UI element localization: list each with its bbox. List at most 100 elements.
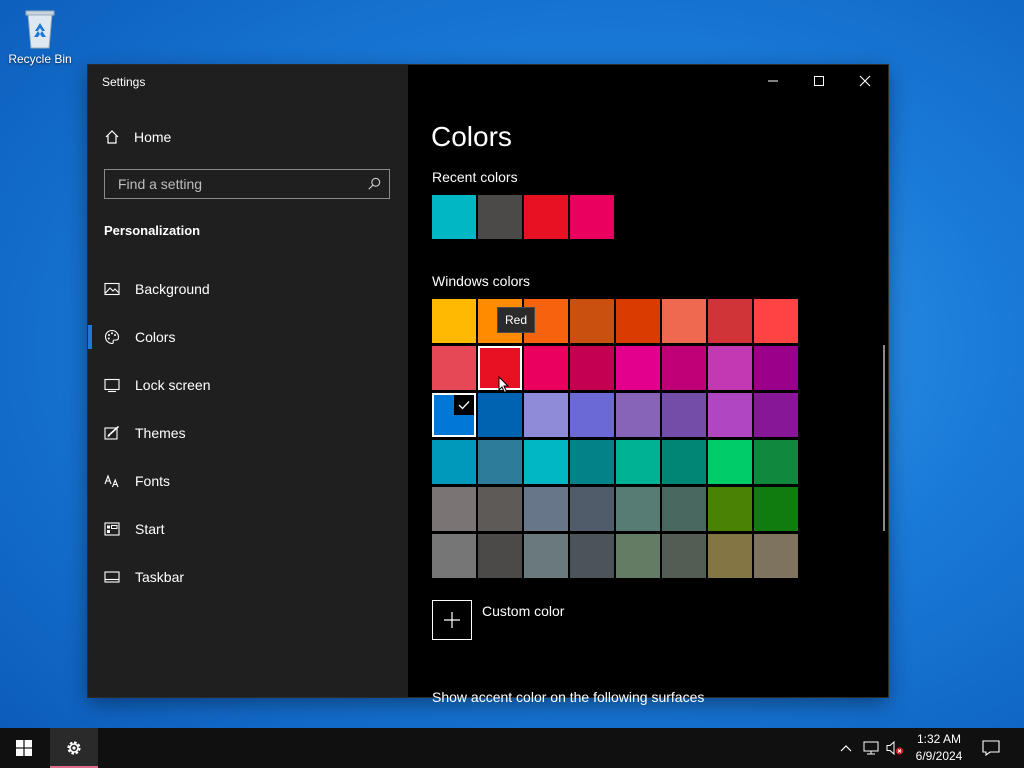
windows-color-swatch[interactable] (524, 534, 568, 578)
windows-color-swatch[interactable] (662, 440, 706, 484)
sidebar-item-label: Lock screen (135, 377, 211, 393)
home-label: Home (134, 129, 172, 145)
recycle-bin-desktop-icon[interactable]: Recycle Bin (4, 6, 76, 66)
colors-page: Colors Recent colors Windows colors Red … (408, 65, 888, 705)
windows-color-swatch[interactable] (570, 487, 614, 531)
windows-color-swatch[interactable] (616, 534, 660, 578)
home-nav-item[interactable]: Home (104, 129, 171, 145)
windows-color-swatch[interactable] (432, 299, 476, 343)
scrollbar[interactable] (883, 345, 885, 531)
windows-color-swatch[interactable] (754, 346, 798, 390)
windows-color-swatch[interactable] (432, 393, 476, 437)
sidebar: Settings Home Personalization Background (88, 65, 408, 697)
windows-color-swatch[interactable] (708, 487, 752, 531)
windows-color-swatch[interactable] (570, 393, 614, 437)
minimize-icon (768, 80, 778, 82)
action-center-button[interactable] (978, 728, 1004, 768)
windows-color-swatch[interactable] (570, 534, 614, 578)
close-button[interactable] (842, 65, 888, 97)
sidebar-item-lock-screen[interactable]: Lock screen (88, 361, 408, 409)
sidebar-item-themes[interactable]: Themes (88, 409, 408, 457)
windows-color-swatch[interactable] (570, 299, 614, 343)
windows-color-swatch[interactable] (708, 534, 752, 578)
windows-color-swatch[interactable] (754, 534, 798, 578)
windows-color-swatch[interactable] (478, 440, 522, 484)
taskbar-icon (104, 571, 120, 583)
windows-color-swatch[interactable] (616, 487, 660, 531)
search-icon[interactable] (367, 177, 381, 191)
windows-color-swatch[interactable] (662, 393, 706, 437)
sidebar-item-label: Fonts (135, 473, 171, 489)
clock-time: 1:32 AM (916, 732, 962, 746)
windows-color-swatch[interactable] (616, 440, 660, 484)
windows-color-swatch[interactable] (524, 487, 568, 531)
start-button[interactable] (0, 728, 48, 768)
windows-color-swatch[interactable] (524, 393, 568, 437)
windows-color-swatch[interactable] (616, 346, 660, 390)
sidebar-item-label: Colors (135, 329, 176, 345)
sidebar-item-label: Taskbar (135, 569, 185, 585)
taskbar: 1:32 AM 6/9/2024 (0, 728, 1024, 768)
windows-color-swatch[interactable] (754, 299, 798, 343)
search-box[interactable] (104, 169, 390, 199)
recent-color-swatch[interactable] (432, 195, 476, 239)
page-title: Colors (431, 121, 512, 152)
windows-color-swatch[interactable] (708, 299, 752, 343)
home-icon (105, 130, 119, 144)
sidebar-item-background[interactable]: Background (88, 265, 408, 313)
checkmark-icon (454, 395, 474, 415)
windows-color-swatch[interactable] (754, 393, 798, 437)
windows-color-swatch[interactable] (570, 440, 614, 484)
windows-color-swatch[interactable] (432, 440, 476, 484)
recent-color-swatch[interactable] (570, 195, 614, 239)
windows-color-swatch[interactable] (708, 346, 752, 390)
windows-color-swatch[interactable] (478, 393, 522, 437)
windows-color-swatch[interactable] (708, 393, 752, 437)
windows-color-swatch[interactable] (524, 346, 568, 390)
windows-color-swatch[interactable] (478, 534, 522, 578)
windows-color-swatch[interactable] (616, 299, 660, 343)
windows-color-swatch[interactable] (570, 346, 614, 390)
maximize-button[interactable] (796, 65, 842, 97)
volume-tray-button[interactable] (884, 728, 906, 768)
show-hidden-icons-button[interactable] (836, 728, 856, 768)
custom-color-label[interactable]: Custom color (482, 603, 564, 619)
taskbar-clock[interactable]: 1:32 AM 6/9/2024 (904, 731, 974, 765)
sidebar-item-start[interactable]: Start (88, 505, 408, 553)
themes-icon (104, 425, 120, 440)
lock-screen-icon (104, 378, 120, 393)
windows-color-swatch[interactable] (432, 487, 476, 531)
accent-surfaces-label: Show accent color on the following surfa… (432, 689, 705, 705)
windows-color-swatch[interactable] (524, 440, 568, 484)
taskbar-settings-button[interactable] (50, 728, 98, 768)
recent-colors-label: Recent colors (432, 169, 518, 185)
windows-color-swatch[interactable] (616, 393, 660, 437)
search-input[interactable] (116, 175, 360, 193)
recycle-bin-icon (20, 6, 60, 50)
sidebar-item-colors[interactable]: Colors (88, 313, 408, 361)
recent-color-swatch[interactable] (524, 195, 568, 239)
windows-colors-label: Windows colors (432, 273, 531, 289)
minimize-button[interactable] (750, 65, 796, 97)
custom-color-button[interactable] (432, 600, 472, 640)
windows-color-swatch[interactable] (662, 299, 706, 343)
sidebar-item-taskbar[interactable]: Taskbar (88, 553, 408, 601)
settings-window: Settings Home Personalization Background (88, 65, 888, 705)
windows-color-swatch[interactable] (708, 440, 752, 484)
windows-color-swatch[interactable] (662, 346, 706, 390)
notification-icon (982, 740, 1000, 756)
windows-color-swatch[interactable] (432, 534, 476, 578)
windows-color-swatch[interactable] (754, 440, 798, 484)
sidebar-item-fonts[interactable]: Fonts (88, 457, 408, 505)
image-icon (104, 282, 120, 296)
gear-icon (67, 741, 81, 755)
windows-color-swatch[interactable] (662, 534, 706, 578)
windows-color-swatch[interactable] (662, 487, 706, 531)
windows-color-swatch[interactable] (754, 487, 798, 531)
network-tray-button[interactable] (860, 728, 882, 768)
windows-color-swatch[interactable] (432, 346, 476, 390)
plus-icon (444, 612, 460, 628)
volume-muted-icon (886, 740, 904, 756)
windows-color-swatch[interactable] (478, 487, 522, 531)
recent-color-swatch[interactable] (478, 195, 522, 239)
